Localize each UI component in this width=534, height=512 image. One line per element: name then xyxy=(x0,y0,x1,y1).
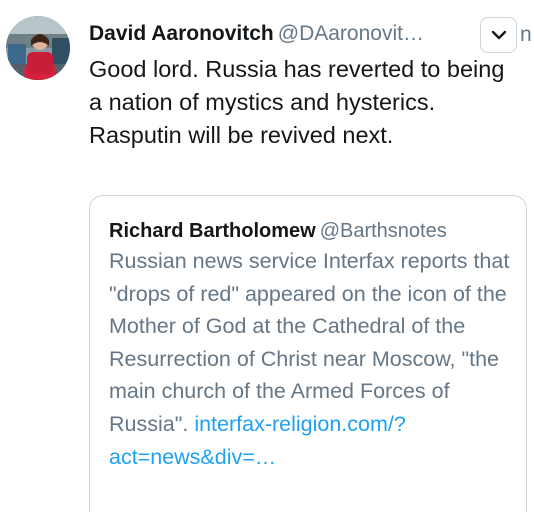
clipped-header-text: n xyxy=(520,23,532,46)
avatar[interactable] xyxy=(6,16,70,80)
quoted-user-handle: @Barthsnotes xyxy=(319,220,447,242)
quoted-tweet-card[interactable]: Richard Bartholomew @Barthsnotes Russian … xyxy=(89,195,527,512)
quoted-tweet-body: Russian news service Interfax reports th… xyxy=(109,249,510,436)
user-handle[interactable]: @DAaronovit… xyxy=(278,22,424,45)
tweet: David Aaronovitch @DAaronovit… n Good lor… xyxy=(0,0,534,512)
tweet-header: David Aaronovitch @DAaronovit… xyxy=(89,20,424,48)
quoted-display-name: Richard Bartholomew xyxy=(109,220,316,242)
quoted-tweet-header: Richard Bartholomew @Barthsnotes xyxy=(109,217,447,245)
display-name[interactable]: David Aaronovitch xyxy=(89,22,274,45)
chevron-down-icon xyxy=(491,30,506,40)
quoted-tweet-text: Russian news service Interfax reports th… xyxy=(109,245,521,473)
avatar-photo xyxy=(6,16,70,80)
more-options-button[interactable] xyxy=(480,17,517,53)
tweet-text: Good lord. Russia has reverted to being … xyxy=(89,56,505,148)
